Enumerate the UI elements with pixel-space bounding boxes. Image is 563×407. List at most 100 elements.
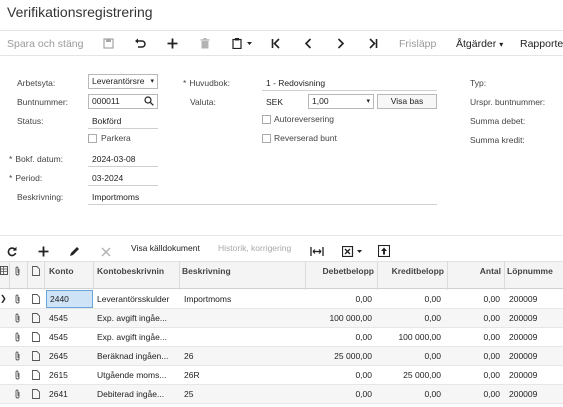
next-record-icon[interactable] <box>337 38 345 50</box>
first-record-icon[interactable] <box>271 38 281 50</box>
col-line-number[interactable]: Löpnumme <box>507 266 563 276</box>
cell-account-desc[interactable]: Leverantörsskulder <box>97 290 177 308</box>
currency-rate-select[interactable]: 1,00 ▾ <box>308 94 374 109</box>
ledger-value[interactable]: 1 - Redovisning <box>266 78 325 88</box>
cell-account[interactable]: 4545 <box>49 309 91 327</box>
document-icon[interactable] <box>32 313 40 323</box>
previous-record-icon[interactable] <box>304 38 312 50</box>
cell-line-no[interactable]: 200009 <box>509 385 563 403</box>
cell-line-no[interactable]: 200009 <box>509 366 563 384</box>
cell-line-no[interactable]: 200009 <box>509 309 563 327</box>
search-icon[interactable] <box>144 96 154 108</box>
reports-menu[interactable]: Rapporte <box>520 31 563 57</box>
refresh-icon[interactable] <box>7 242 17 257</box>
attachment-icon[interactable] <box>14 370 21 380</box>
col-account[interactable]: Konto <box>49 266 89 276</box>
reverse-batch-checkbox[interactable] <box>262 134 271 143</box>
view-base-button[interactable]: Visa bas <box>377 94 437 109</box>
col-account-description[interactable]: Kontobeskrivnin <box>97 266 167 276</box>
cell-line-no[interactable]: 200009 <box>509 328 563 346</box>
description-value[interactable]: Importmoms <box>92 192 139 202</box>
cell-credit[interactable]: 0,00 <box>377 309 441 327</box>
cell-credit[interactable]: 0,00 <box>377 290 441 308</box>
col-credit[interactable]: Kreditbelopp <box>377 266 444 276</box>
posting-date-value[interactable]: 2024-03-08 <box>92 154 135 164</box>
show-source-doc-button[interactable]: Visa källdokument <box>131 236 200 260</box>
attachment-icon[interactable] <box>14 332 21 342</box>
cell-credit[interactable]: 25 000,00 <box>377 366 441 384</box>
cell-account-desc[interactable]: Beräknad ingåen... <box>97 347 177 365</box>
cell-account-desc[interactable]: Debiterad ingåe... <box>97 385 177 403</box>
cell-description[interactable]: 26R <box>184 366 302 384</box>
attachment-icon[interactable] <box>14 294 21 304</box>
history-correction-button[interactable]: Historik, korrigering <box>218 236 291 260</box>
period-value[interactable]: 03-2024 <box>92 173 123 183</box>
batch-number-field[interactable]: 000011 <box>88 94 158 109</box>
cell-debit[interactable]: 25 000,00 <box>305 347 372 365</box>
table-row[interactable]: ❯ 2440 Leverantörsskulder Importmoms 0,00 0,0… <box>0 290 563 309</box>
cell-qty[interactable]: 0,00 <box>447 385 500 403</box>
cell-credit[interactable]: 100 000,00 <box>377 328 441 346</box>
add-row-icon[interactable] <box>38 242 49 257</box>
table-row[interactable]: 4545 Exp. avgift ingåe... 100 000,00 0,00 0,… <box>0 309 563 328</box>
table-row[interactable]: 2641 Debiterad ingåe... 25 0,00 0,00 0,00 2000… <box>0 385 563 404</box>
fit-columns-icon[interactable] <box>310 242 324 256</box>
release-button[interactable]: Frisläpp <box>399 31 436 57</box>
col-description[interactable]: Beskrivning <box>182 266 282 276</box>
cell-line-no[interactable]: 200009 <box>509 290 563 308</box>
last-record-icon[interactable] <box>368 38 378 50</box>
copy-paste-icon[interactable] <box>232 38 254 50</box>
cell-line-no[interactable]: 200009 <box>509 347 563 365</box>
trash-icon[interactable] <box>200 38 210 50</box>
cell-qty[interactable]: 0,00 <box>447 290 500 308</box>
cell-qty[interactable]: 0,00 <box>447 366 500 384</box>
cell-description[interactable] <box>184 328 302 346</box>
delete-row-icon[interactable] <box>101 242 111 257</box>
cell-debit[interactable]: 0,00 <box>305 328 372 346</box>
save-close-button[interactable]: Spara och stäng <box>7 31 83 57</box>
grid-settings-icon[interactable] <box>0 266 8 277</box>
cell-account[interactable]: 2440 <box>46 290 93 308</box>
auto-reverse-checkbox[interactable] <box>262 115 271 124</box>
plus-icon[interactable] <box>167 38 178 50</box>
upload-icon[interactable] <box>377 242 391 258</box>
cell-debit[interactable]: 0,00 <box>305 385 372 403</box>
cell-debit[interactable]: 0,00 <box>305 366 372 384</box>
table-row[interactable]: 2645 Beräknad ingåen... 26 25 000,00 0,00 0,0… <box>0 347 563 366</box>
cell-account-desc[interactable]: Exp. avgift ingåe... <box>97 309 177 327</box>
excel-export-icon[interactable] <box>341 242 364 258</box>
col-debit[interactable]: Debetbelopp <box>305 266 374 276</box>
cell-account[interactable]: 2641 <box>49 385 91 403</box>
cell-account-desc[interactable]: Utgående moms... <box>97 366 177 384</box>
cell-debit[interactable]: 100 000,00 <box>305 309 372 327</box>
edit-pencil-icon[interactable] <box>69 242 80 256</box>
document-icon[interactable] <box>32 370 40 380</box>
cell-qty[interactable]: 0,00 <box>447 309 500 327</box>
cell-description[interactable]: 26 <box>184 347 302 365</box>
actions-menu[interactable]: Åtgärder ▾ <box>456 31 503 57</box>
save-icon[interactable] <box>103 38 114 50</box>
col-quantity[interactable]: Antal <box>447 266 501 276</box>
cell-qty[interactable]: 0,00 <box>447 328 500 346</box>
cell-account[interactable]: 2645 <box>49 347 91 365</box>
cell-account[interactable]: 2615 <box>49 366 91 384</box>
cell-description[interactable]: Importmoms <box>184 290 302 308</box>
document-icon[interactable] <box>32 351 40 361</box>
cell-account[interactable]: 4545 <box>49 328 91 346</box>
cell-account-desc[interactable]: Exp. avgift ingåe... <box>97 328 177 346</box>
currency-code[interactable]: SEK <box>266 97 283 107</box>
workspace-select[interactable]: Leverantörsre ▾ <box>88 74 158 89</box>
hold-checkbox[interactable] <box>88 134 97 143</box>
table-row[interactable]: 4545 Exp. avgift ingåe... 0,00 100 000,00 0,… <box>0 328 563 347</box>
cell-description[interactable]: 25 <box>184 385 302 403</box>
attachment-icon[interactable] <box>14 351 21 361</box>
cell-credit[interactable]: 0,00 <box>377 385 441 403</box>
document-icon[interactable] <box>32 294 40 304</box>
attachment-icon[interactable] <box>14 313 21 323</box>
cell-debit[interactable]: 0,00 <box>305 290 372 308</box>
attachment-icon[interactable] <box>14 389 21 399</box>
undo-icon[interactable] <box>134 38 146 50</box>
table-row[interactable]: 2615 Utgående moms... 26R 0,00 25 000,00 0,00… <box>0 366 563 385</box>
cell-credit[interactable]: 0,00 <box>377 347 441 365</box>
cell-description[interactable] <box>184 309 302 327</box>
